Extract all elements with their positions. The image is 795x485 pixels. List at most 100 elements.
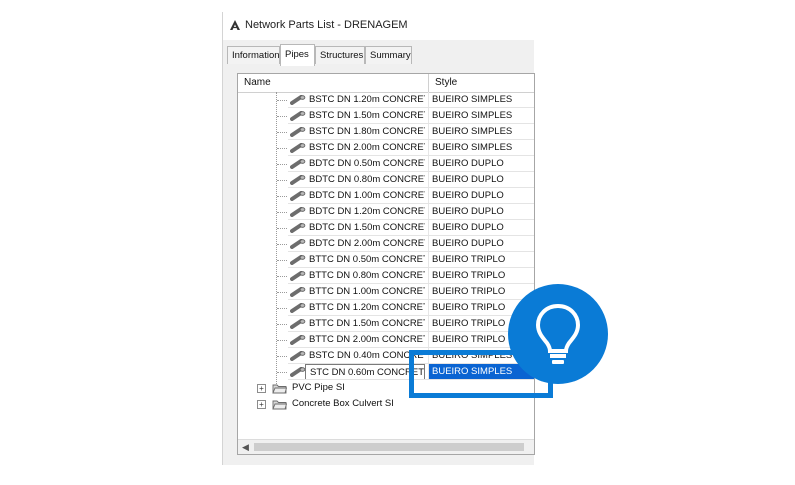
tab-structures[interactable]: Structures [315, 46, 365, 64]
tab-information[interactable]: Information [227, 46, 280, 64]
pipe-style-cell[interactable]: BUEIRO DUPLO [428, 220, 534, 236]
lightbulb-badge [508, 284, 608, 384]
autocad-app-icon [230, 20, 240, 30]
pipe-name: BTTC DN 0.50m CONCRETE [309, 254, 425, 265]
pipe-style-cell[interactable]: BUEIRO DUPLO [428, 236, 534, 252]
table-row[interactable]: BDTC DN 1.50m CONCRETE BUEIRO DUPLO [238, 220, 534, 236]
scroll-left-arrow-icon[interactable]: ◀ [242, 442, 249, 453]
tab-bar: Information Pipes Structures Summary [223, 44, 535, 66]
folder-name: PVC Pipe SI [292, 382, 345, 393]
table-row[interactable]: BTTC DN 1.20m CONCRETE BUEIRO TRIPLO [238, 300, 534, 316]
expand-plus-icon[interactable]: + [257, 384, 266, 393]
column-header: Name Style [238, 74, 534, 93]
table-row[interactable]: BSTC DN 2.00m CONCRETE BUEIRO SIMPLES [238, 140, 534, 156]
pipe-style-cell[interactable]: BUEIRO TRIPLO [428, 284, 534, 300]
pipe-style-cell[interactable]: BUEIRO DUPLO [428, 172, 534, 188]
pipe-name: BDTC DN 1.00m CONCRETE [309, 190, 425, 201]
tab-summary[interactable]: Summary [365, 46, 412, 64]
folder-icon [272, 384, 287, 394]
horizontal-scrollbar[interactable]: ◀ [238, 439, 534, 454]
pipe-icon [290, 303, 306, 313]
tree-connector [277, 228, 287, 229]
pipe-name: BSTC DN 1.80m CONCRETE [309, 126, 425, 137]
tree-connector [277, 180, 287, 181]
pipe-style-cell[interactable]: BUEIRO SIMPLES [428, 140, 534, 156]
lightbulb-icon [535, 303, 581, 364]
table-row[interactable]: BSTC DN 1.50m CONCRETE BUEIRO SIMPLES [238, 108, 534, 124]
pipe-icon [290, 223, 306, 233]
pipe-icon [290, 175, 306, 185]
table-row[interactable]: BTTC DN 0.50m CONCRETE BUEIRO TRIPLO [238, 252, 534, 268]
table-row[interactable]: BTTC DN 0.80m CONCRETE BUEIRO TRIPLO [238, 268, 534, 284]
table-row[interactable]: BTTC DN 2.00m CONCRETE BUEIRO TRIPLO [238, 332, 534, 348]
tab-pipes[interactable]: Pipes [280, 44, 315, 66]
tree-connector [277, 244, 287, 245]
tree-connector [277, 164, 287, 165]
pipe-style-cell[interactable]: BUEIRO DUPLO [428, 156, 534, 172]
table-row[interactable]: BDTC DN 2.00m CONCRETE BUEIRO DUPLO [238, 236, 534, 252]
pipe-style-cell[interactable]: BUEIRO TRIPLO [428, 268, 534, 284]
pipe-name: BTTC DN 2.00m CONCRETE [309, 334, 425, 345]
folder-icon [272, 400, 287, 410]
pipe-style-cell[interactable]: BUEIRO SIMPLES [428, 92, 534, 108]
column-header-style[interactable]: Style [429, 74, 534, 92]
pipe-icon [290, 111, 306, 121]
pipe-style-cell[interactable]: BUEIRO SIMPLES [428, 124, 534, 140]
table-row[interactable]: BTTC DN 1.00m CONCRETE BUEIRO TRIPLO [238, 284, 534, 300]
window-title: Network Parts List - DRENAGEM [245, 19, 408, 31]
pipe-icon [290, 351, 306, 361]
pipe-name: BSTC DN 1.20m CONCRETE [309, 94, 425, 105]
pipe-name: BSTC DN 2.00m CONCRETE [309, 142, 425, 153]
pipe-style-cell[interactable]: BUEIRO DUPLO [428, 188, 534, 204]
pipe-icon [290, 287, 306, 297]
scroll-thumb[interactable] [254, 443, 524, 451]
pipe-icon [290, 127, 306, 137]
table-row[interactable]: BDTC DN 0.50m CONCRETE BUEIRO DUPLO [238, 156, 534, 172]
pipe-icon [290, 159, 306, 169]
pipe-name: STC DN 0.60m CONCRETE [305, 364, 425, 380]
pipe-icon [290, 239, 306, 249]
pipe-name: BTTC DN 1.20m CONCRETE [309, 302, 425, 313]
tree-connector [277, 276, 287, 277]
pipe-name: BSTC DN 0.40m CONCRETE [309, 350, 425, 361]
tree-connector [277, 340, 287, 341]
pipe-icon [290, 207, 306, 217]
table-row[interactable]: BDTC DN 1.00m CONCRETE BUEIRO DUPLO [238, 188, 534, 204]
table-row[interactable]: BSTC DN 1.20m CONCRETE BUEIRO SIMPLES [238, 92, 534, 108]
pipe-style-cell[interactable]: BUEIRO DUPLO [428, 204, 534, 220]
folder-row[interactable]: + Concrete Box Culvert SI [238, 396, 534, 412]
expand-plus-icon[interactable]: + [257, 400, 266, 409]
pipe-icon [290, 367, 306, 377]
pipe-name: BDTC DN 0.80m CONCRETE [309, 174, 425, 185]
pipe-icon [290, 95, 306, 105]
title-bar: Network Parts List - DRENAGEM [223, 12, 535, 40]
folder-name: Concrete Box Culvert SI [292, 398, 394, 409]
pipe-name: BTTC DN 1.00m CONCRETE [309, 286, 425, 297]
pipe-icon [290, 143, 306, 153]
tree-connector [277, 260, 287, 261]
pipe-style-cell[interactable]: BUEIRO SIMPLES [428, 108, 534, 124]
tree-connector [277, 100, 287, 101]
pipe-name: BTTC DN 0.80m CONCRETE [309, 270, 425, 281]
column-header-name[interactable]: Name [238, 74, 428, 92]
pipe-icon [290, 191, 306, 201]
pipe-name: BSTC DN 1.50m CONCRETE [309, 110, 425, 121]
table-row[interactable]: BDTC DN 1.20m CONCRETE BUEIRO DUPLO [238, 204, 534, 220]
table-row[interactable]: BDTC DN 0.80m CONCRETE BUEIRO DUPLO [238, 172, 534, 188]
pipe-icon [290, 255, 306, 265]
pipe-name: BDTC DN 2.00m CONCRETE [309, 238, 425, 249]
pipe-icon [290, 335, 306, 345]
pipe-name: BDTC DN 1.20m CONCRETE [309, 206, 425, 217]
pipe-name: BDTC DN 1.50m CONCRETE [309, 222, 425, 233]
table-row[interactable]: BTTC DN 1.50m CONCRETE BUEIRO TRIPLO [238, 316, 534, 332]
pipe-name: BDTC DN 0.50m CONCRETE [309, 158, 425, 169]
pipe-style-cell[interactable]: BUEIRO TRIPLO [428, 252, 534, 268]
tree-connector [277, 212, 287, 213]
tree-connector [277, 148, 287, 149]
tree-connector [277, 356, 287, 357]
tree-connector [277, 372, 287, 373]
pipe-icon [290, 271, 306, 281]
table-row[interactable]: BSTC DN 1.80m CONCRETE BUEIRO SIMPLES [238, 124, 534, 140]
pipe-icon [290, 319, 306, 329]
tree-connector [277, 324, 287, 325]
